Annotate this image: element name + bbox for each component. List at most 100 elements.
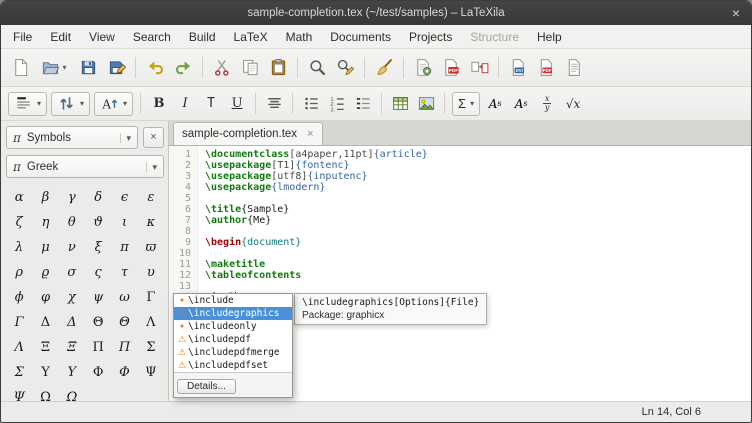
greek-symbol[interactable]: σ — [59, 260, 85, 285]
menu-view[interactable]: View — [80, 27, 124, 47]
completion-item[interactable]: ⚠\includegraphics — [174, 307, 292, 320]
subscript-button[interactable]: As — [509, 92, 533, 115]
greek-symbol[interactable]: μ — [32, 235, 58, 260]
greek-symbol[interactable]: Λ — [138, 310, 164, 335]
greek-symbol[interactable]: ϕ — [6, 285, 32, 310]
compile-latex-button[interactable] — [410, 55, 436, 81]
numbered-list-button[interactable]: 1.2.3. — [325, 92, 349, 115]
greek-symbol[interactable]: Π — [85, 335, 111, 360]
menu-latex[interactable]: LaTeX — [225, 27, 277, 47]
compile-pdflatex-button[interactable]: PDF — [438, 55, 464, 81]
greek-symbol[interactable]: Ψ — [6, 385, 32, 401]
greek-symbol[interactable]: Ξ — [59, 335, 85, 360]
greek-symbol[interactable]: Δ — [59, 310, 85, 335]
greek-symbol[interactable]: Φ — [85, 360, 111, 385]
greek-symbol[interactable]: ϑ — [85, 210, 111, 235]
greek-symbol[interactable]: Σ — [6, 360, 32, 385]
completion-item[interactable]: ●\include — [174, 294, 292, 307]
menu-build[interactable]: Build — [180, 27, 225, 47]
greek-symbol[interactable]: ϵ — [111, 185, 137, 210]
window-close-button[interactable]: × — [728, 4, 744, 22]
greek-symbol[interactable]: Ψ — [138, 360, 164, 385]
redo-button[interactable] — [170, 55, 196, 81]
superscript-button[interactable]: As — [483, 92, 507, 115]
tab-close-icon[interactable]: × — [307, 128, 313, 140]
greek-symbol[interactable]: Λ — [6, 335, 32, 360]
greek-symbol[interactable]: Θ — [85, 310, 111, 335]
view-dvi-button[interactable]: DVI — [505, 55, 531, 81]
greek-symbol[interactable]: Ξ — [32, 335, 58, 360]
greek-symbol[interactable]: Υ — [32, 360, 58, 385]
greek-symbol[interactable]: ε — [138, 185, 164, 210]
save-file-button[interactable] — [75, 55, 101, 81]
panel-close-button[interactable]: × — [143, 127, 164, 148]
fraction-button[interactable]: xy — [535, 92, 559, 115]
greek-symbol[interactable]: π — [111, 235, 137, 260]
paste-button[interactable] — [265, 55, 291, 81]
menu-search[interactable]: Search — [124, 27, 180, 47]
greek-symbol[interactable]: Ω — [59, 385, 85, 401]
math-sum-combo[interactable]: Σ — [452, 92, 480, 116]
menu-projects[interactable]: Projects — [400, 27, 461, 47]
clean-build-button[interactable] — [371, 55, 397, 81]
bold-button[interactable]: B — [147, 92, 171, 115]
greek-symbol[interactable]: ζ — [6, 210, 32, 235]
description-list-button[interactable] — [351, 92, 375, 115]
search-replace-button[interactable] — [332, 55, 358, 81]
menu-edit[interactable]: Edit — [41, 27, 80, 47]
greek-symbol[interactable]: ϱ — [32, 260, 58, 285]
greek-symbol[interactable]: ψ — [85, 285, 111, 310]
greek-symbol[interactable]: ι — [111, 210, 137, 235]
completion-item[interactable]: ⚠\includepdfmerge — [174, 346, 292, 359]
greek-symbol[interactable]: υ — [138, 260, 164, 285]
completion-item[interactable]: ●\includeonly — [174, 320, 292, 333]
greek-symbol[interactable]: ς — [85, 260, 111, 285]
greek-symbol[interactable]: λ — [6, 235, 32, 260]
greek-symbol[interactable]: Υ — [59, 360, 85, 385]
details-button[interactable]: Details... — [177, 379, 236, 394]
symbol-category-combo[interactable]: π Greek — [6, 155, 164, 178]
sectioning-combo[interactable] — [8, 92, 47, 116]
typewriter-button[interactable]: T — [199, 92, 223, 115]
greek-symbol[interactable]: β — [32, 185, 58, 210]
menu-help[interactable]: Help — [528, 27, 571, 47]
italic-button[interactable]: I — [173, 92, 197, 115]
greek-symbol[interactable]: Φ — [111, 360, 137, 385]
new-document-button[interactable] — [7, 55, 33, 81]
greek-symbol[interactable]: Ω — [32, 385, 58, 401]
character-size-combo[interactable]: A — [94, 92, 133, 116]
greek-symbol[interactable]: ρ — [6, 260, 32, 285]
view-pdf-button[interactable]: PDF — [533, 55, 559, 81]
undo-button[interactable] — [142, 55, 168, 81]
bullet-list-button[interactable] — [299, 92, 323, 115]
copy-button[interactable] — [237, 55, 263, 81]
square-root-button[interactable]: √x — [561, 92, 585, 115]
greek-symbol[interactable]: θ — [59, 210, 85, 235]
greek-symbol[interactable]: κ — [138, 210, 164, 235]
open-file-button[interactable] — [35, 55, 73, 81]
completion-item[interactable]: ⚠\includepdfset — [174, 359, 292, 372]
menu-file[interactable]: File — [4, 27, 41, 47]
greek-symbol[interactable]: Γ — [138, 285, 164, 310]
greek-symbol[interactable]: Δ — [32, 310, 58, 335]
greek-symbol[interactable]: τ — [111, 260, 137, 285]
greek-symbol[interactable]: α — [6, 185, 32, 210]
search-button[interactable] — [304, 55, 330, 81]
menu-structure[interactable]: Structure — [461, 27, 528, 47]
greek-symbol[interactable]: φ — [32, 285, 58, 310]
convert-dvi-pdf-button[interactable] — [466, 55, 492, 81]
tab-sample-completion[interactable]: sample-completion.tex × — [173, 122, 323, 145]
greek-symbol[interactable]: η — [32, 210, 58, 235]
greek-symbol[interactable]: Θ — [111, 310, 137, 335]
greek-symbol[interactable]: ω — [111, 285, 137, 310]
table-button[interactable] — [388, 92, 412, 115]
panel-selector-combo[interactable]: π Symbols — [6, 126, 138, 149]
references-combo[interactable] — [51, 92, 90, 116]
save-as-button[interactable] — [103, 55, 129, 81]
figure-button[interactable] — [414, 92, 438, 115]
greek-symbol[interactable]: ϖ — [138, 235, 164, 260]
align-center-button[interactable] — [262, 92, 286, 115]
greek-symbol[interactable]: ξ — [85, 235, 111, 260]
cut-button[interactable] — [209, 55, 235, 81]
menu-math[interactable]: Math — [277, 27, 322, 47]
